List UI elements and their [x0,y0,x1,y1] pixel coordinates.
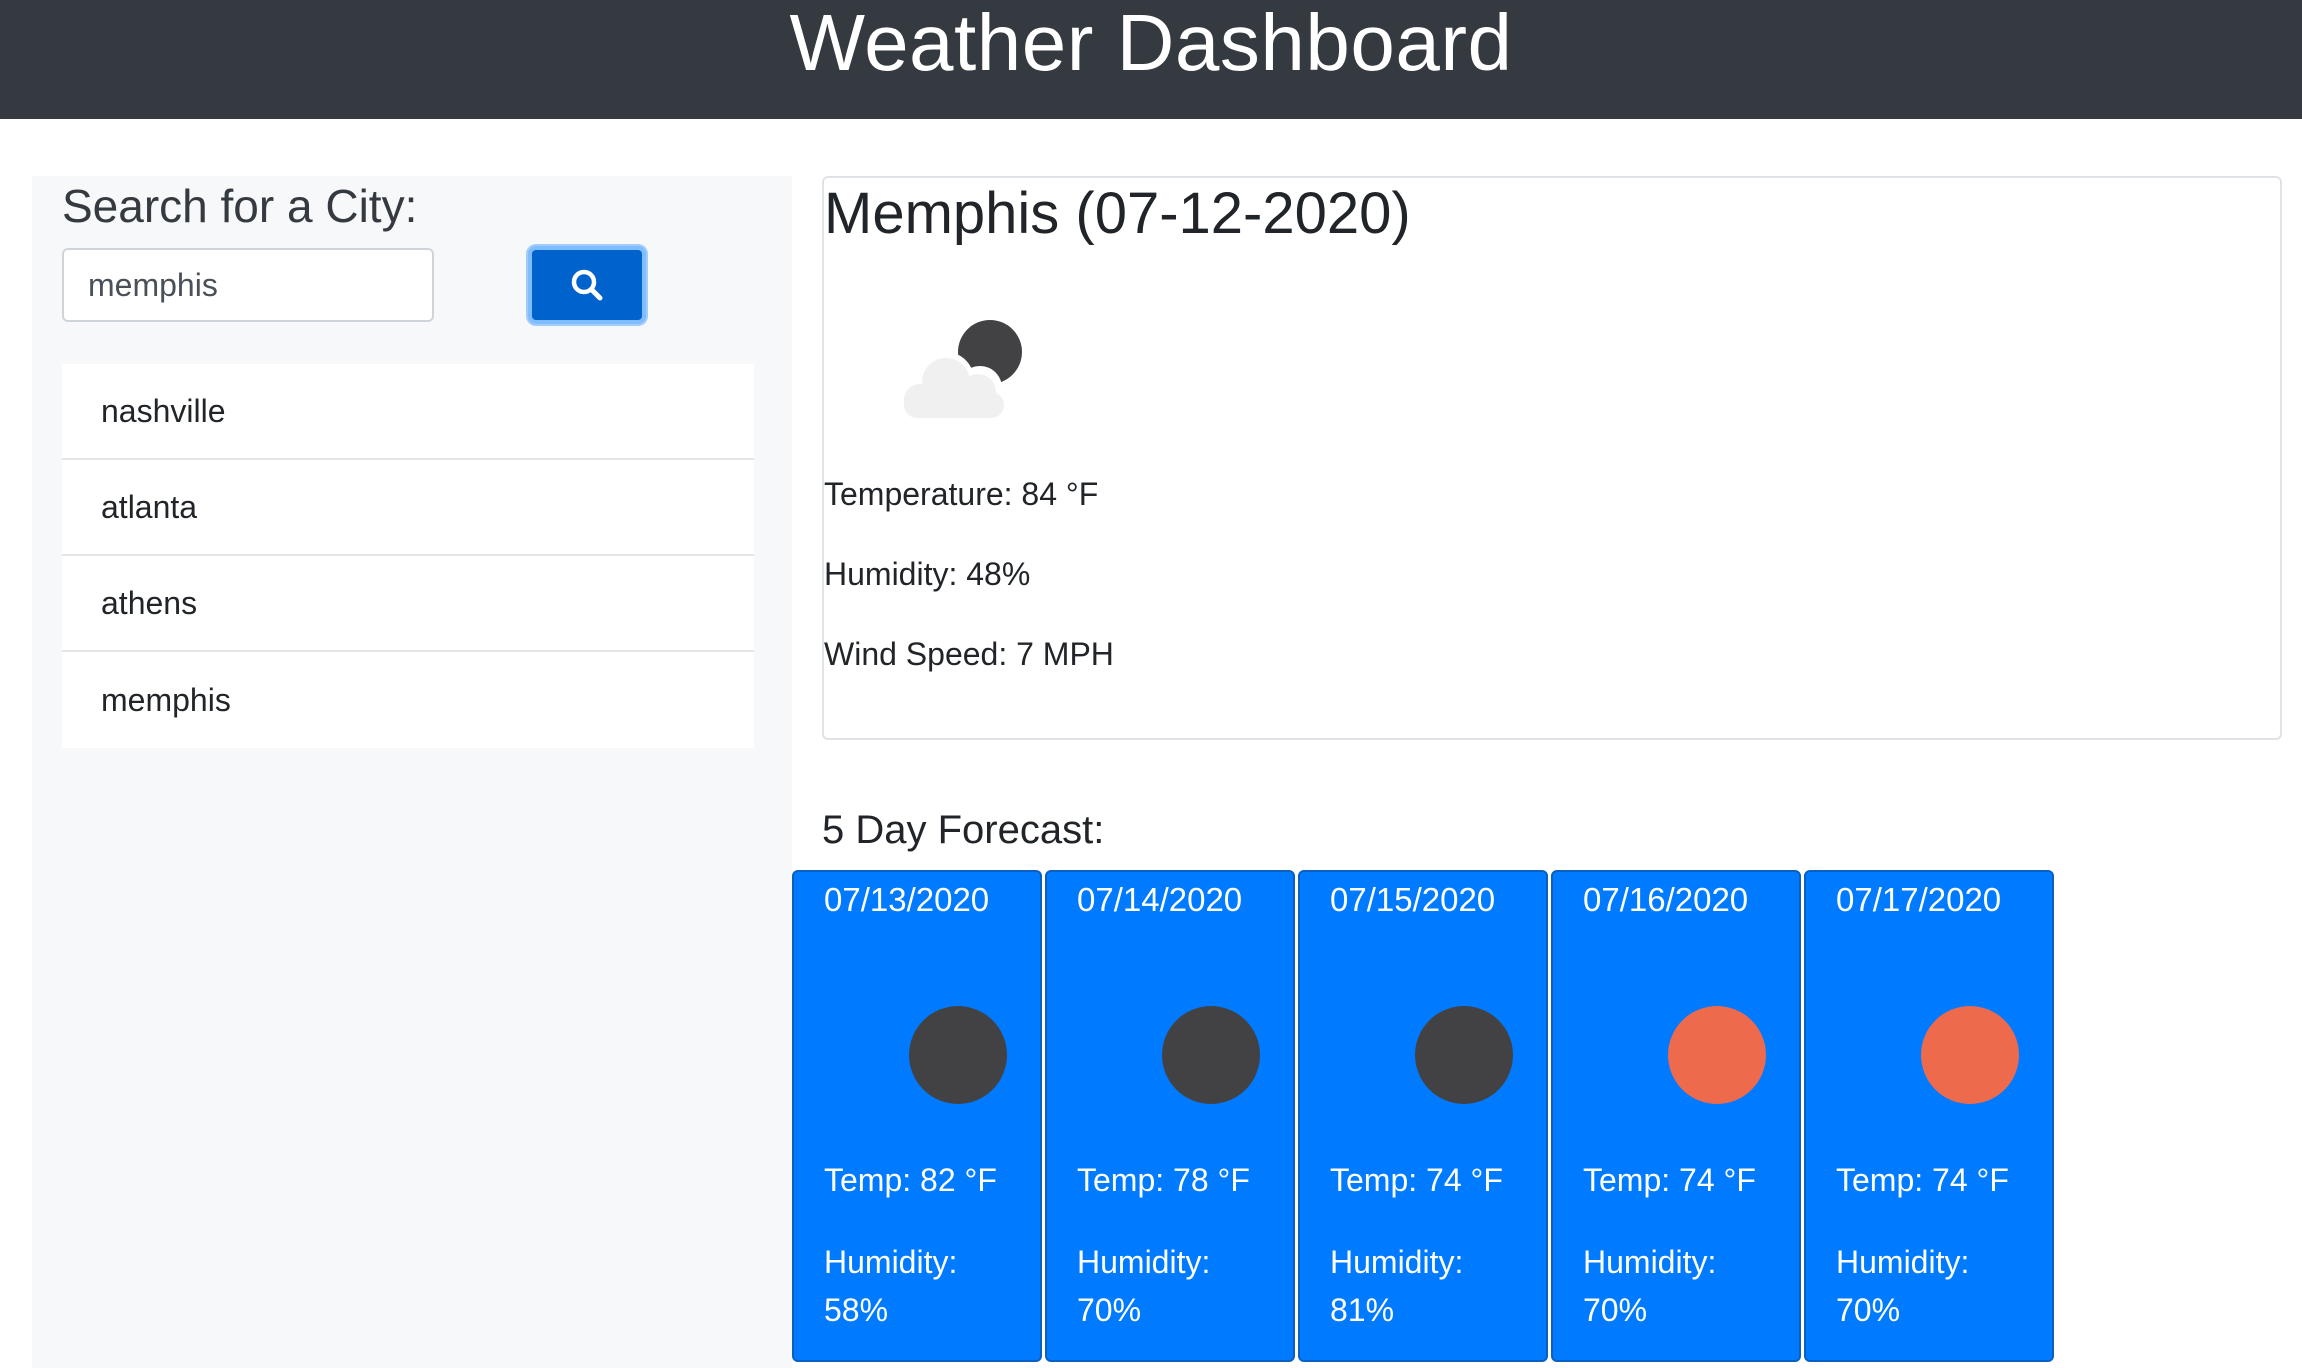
forecast-humidity: Humidity: 70% [1077,1244,1211,1328]
forecast-humidity: Humidity: 58% [824,1244,958,1328]
search-history-item[interactable]: memphis [62,652,754,748]
forecast-card-day-4: 07/16/2020 Temp: 74 °F Humidity: 70% [1551,870,1801,1362]
moon-icon [1415,1006,1513,1104]
forecast-date: 07/13/2020 [824,881,990,918]
forecast-date: 07/17/2020 [1836,881,2002,918]
search-sidebar: Search for a City: nashville atlanta ath… [32,176,792,1368]
forecast-humidity: Humidity: 70% [1583,1244,1717,1328]
forecast-humidity: Humidity: 70% [1836,1244,1970,1328]
cloud-moon-icon [904,320,1022,418]
page-title: Weather Dashboard [789,0,1513,87]
forecast-temp: Temp: 74 °F [1836,1162,2009,1198]
current-weather-card: Memphis (07-12-2020) Temperature: 84 °F … [822,176,2282,740]
current-humidity: Humidity: 48% [824,556,1031,592]
app-header: Weather Dashboard [0,0,2302,119]
current-wind-speed: Wind Speed: 7 MPH [824,636,1114,672]
forecast-heading: 5 Day Forecast: [822,808,1105,852]
forecast-temp: Temp: 78 °F [1077,1162,1250,1198]
current-city-title: Memphis (07-12-2020) [824,181,1411,246]
forecast-date: 07/16/2020 [1583,881,1749,918]
forecast-date: 07/14/2020 [1077,881,1243,918]
sun-icon [1921,1006,2019,1104]
search-heading: Search for a City: [62,180,418,232]
forecast-temp: Temp: 74 °F [1583,1162,1756,1198]
search-history-item[interactable]: atlanta [62,460,754,556]
forecast-temp: Temp: 74 °F [1330,1162,1503,1198]
city-search-input[interactable] [62,248,434,322]
forecast-humidity: Humidity: 81% [1330,1244,1464,1328]
sun-icon [1668,1006,1766,1104]
search-icon [571,269,603,301]
forecast-card-day-2: 07/14/2020 Temp: 78 °F Humidity: 70% [1045,870,1295,1362]
forecast-date: 07/15/2020 [1330,881,1496,918]
search-history-item[interactable]: nashville [62,364,754,460]
search-history-list: nashville atlanta athens memphis [62,364,754,748]
forecast-card-day-1: 07/13/2020 Temp: 82 °F Humidity: 58% [792,870,1042,1362]
search-button[interactable] [528,246,646,324]
forecast-temp: Temp: 82 °F [824,1162,997,1198]
forecast-card-day-3: 07/15/2020 Temp: 74 °F Humidity: 81% [1298,870,1548,1362]
current-temperature: Temperature: 84 °F [824,476,1099,512]
moon-icon [1162,1006,1260,1104]
search-history-item[interactable]: athens [62,556,754,652]
forecast-card-day-5: 07/17/2020 Temp: 74 °F Humidity: 70% [1804,870,2054,1362]
moon-icon [909,1006,1007,1104]
